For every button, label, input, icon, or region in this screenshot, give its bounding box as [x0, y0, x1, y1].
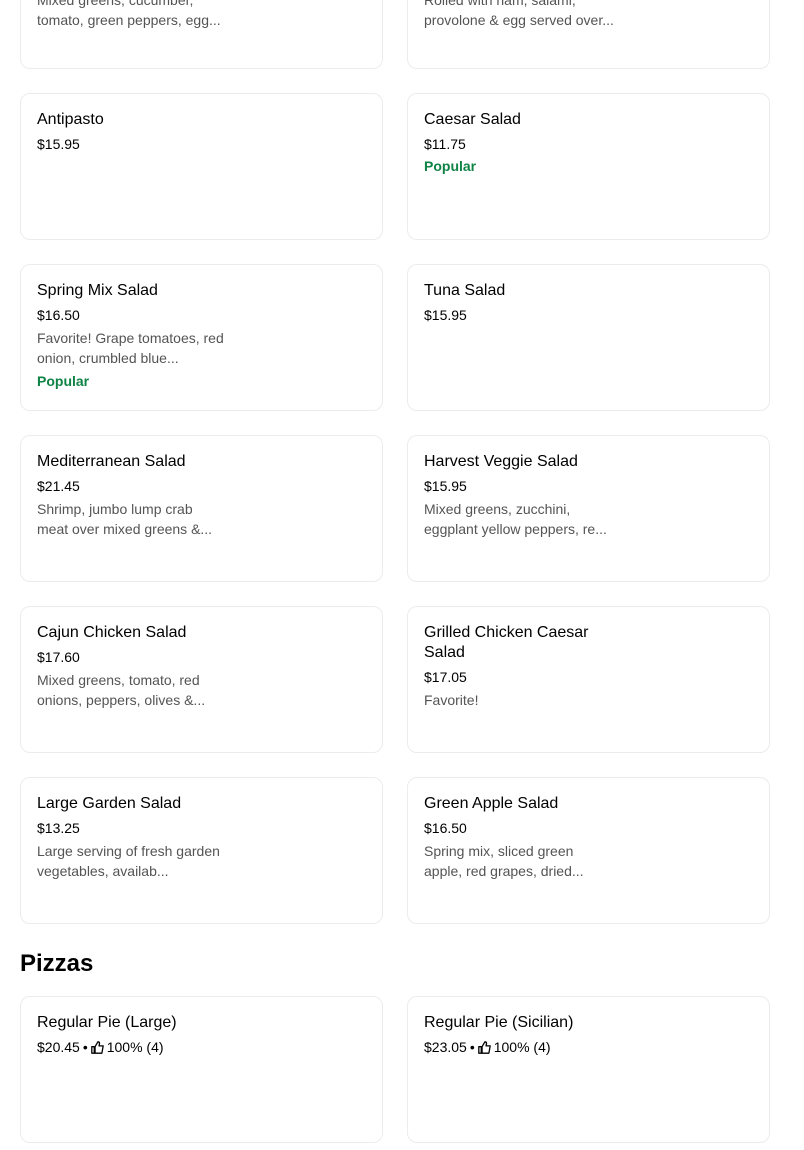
section-title-pizzas: Pizzas [20, 950, 94, 977]
item-title: Cajun Chicken Salad [37, 624, 187, 641]
menu-item-card[interactable]: Cajun Chicken Salad $17.60 Mixed greens,… [20, 606, 383, 753]
separator-dot: • [82, 1039, 88, 1055]
item-price: $17.05 [424, 669, 467, 685]
menu-item-card[interactable]: Large Garden Salad $13.25 Large serving … [20, 777, 383, 924]
item-description: Favorite! Grape tomatoes, red onion, cru… [37, 330, 224, 366]
popular-badge: Popular [424, 158, 477, 174]
item-rating: 100% (4) [493, 1039, 551, 1055]
menu-item-card[interactable]: Regular Pie (Sicilian) $23.05 • 100% (4) [407, 996, 770, 1143]
item-price: $16.50 [37, 307, 80, 323]
item-title: Regular Pie (Large) [37, 1014, 177, 1031]
item-title: Tuna Salad [424, 282, 506, 299]
item-title: Green Apple Salad [424, 795, 559, 812]
item-price: $17.60 [37, 649, 80, 665]
menu-item-card[interactable]: Rolled with ham, salami, provolone & egg… [407, 0, 770, 69]
item-description: Large serving of fresh garden vegetables… [37, 843, 220, 879]
menu-item-card[interactable]: Grilled Chicken Caesar Salad $17.05 Favo… [407, 606, 770, 753]
item-title: Mediterranean Salad [37, 453, 186, 470]
menu-item-card[interactable]: Tuna Salad $15.95 [407, 264, 770, 411]
price-rating-row: $23.05 • 100% (4) [424, 1038, 624, 1056]
item-title: Grilled Chicken Caesar Salad [424, 624, 589, 661]
menu-item-card[interactable]: Harvest Veggie Salad $15.95 Mixed greens… [407, 435, 770, 582]
item-price: $15.95 [37, 136, 80, 152]
item-description: Mixed greens, cucumber, tomato, green pe… [37, 0, 221, 28]
item-title: Antipasto [37, 111, 104, 128]
item-description: Shrimp, jumbo lump crab meat over mixed … [37, 501, 213, 537]
item-description: Favorite! [424, 692, 479, 708]
price-rating-row: $20.45 • 100% (4) [37, 1038, 237, 1056]
menu-item-card[interactable]: Green Apple Salad $16.50 Spring mix, sli… [407, 777, 770, 924]
item-title: Large Garden Salad [37, 795, 182, 812]
item-price: $20.45 [37, 1039, 80, 1055]
item-rating: 100% (4) [106, 1039, 164, 1055]
popular-badge: Popular [37, 373, 90, 389]
item-description: Spring mix, sliced green apple, red grap… [424, 843, 584, 879]
item-price: $11.75 [424, 136, 466, 152]
thumbs-up-icon [477, 1040, 491, 1054]
item-description: Mixed greens, tomato, red onions, pepper… [37, 672, 206, 708]
menu-item-card[interactable]: Regular Pie (Large) $20.45 • 100% (4) [20, 996, 383, 1143]
item-price: $16.50 [424, 820, 467, 836]
item-description: Rolled with ham, salami, provolone & egg… [424, 0, 614, 28]
item-title: Harvest Veggie Salad [424, 453, 578, 470]
item-title: Caesar Salad [424, 111, 521, 128]
menu-item-card[interactable]: Mediterranean Salad $21.45 Shrimp, jumbo… [20, 435, 383, 582]
menu-item-card[interactable]: Caesar Salad $11.75 Popular [407, 93, 770, 240]
menu-item-card[interactable]: Mixed greens, cucumber, tomato, green pe… [20, 0, 383, 69]
item-price: $15.95 [424, 307, 467, 323]
thumbs-up-icon [90, 1040, 104, 1054]
item-price: $15.95 [424, 478, 467, 494]
separator-dot: • [469, 1039, 475, 1055]
item-price: $21.45 [37, 478, 80, 494]
item-title: Regular Pie (Sicilian) [424, 1014, 574, 1031]
item-price: $13.25 [37, 820, 80, 836]
item-price: $23.05 [424, 1039, 467, 1055]
menu-item-card[interactable]: Antipasto $15.95 [20, 93, 383, 240]
item-description: Mixed greens, zucchini, eggplant yellow … [424, 501, 607, 537]
item-title: Spring Mix Salad [37, 282, 158, 299]
menu-item-card[interactable]: Spring Mix Salad $16.50 Favorite! Grape … [20, 264, 383, 411]
